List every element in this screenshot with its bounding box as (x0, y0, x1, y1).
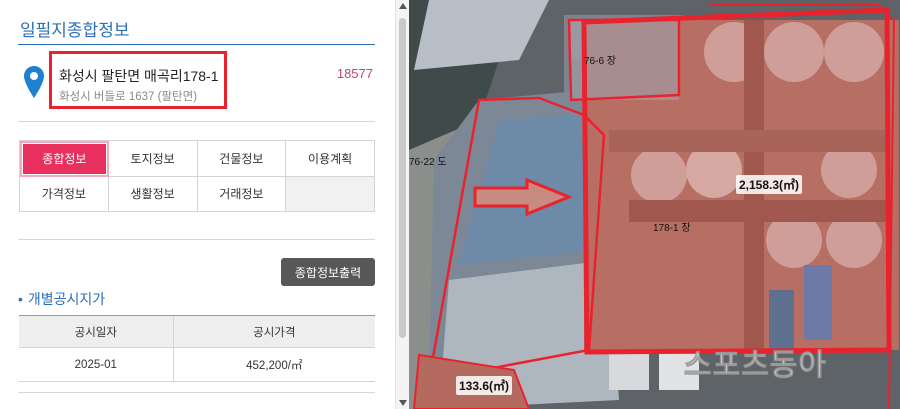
table-row: 2025-01 452,200/㎡ (19, 347, 375, 382)
watermark-logo: 스포츠동아 (684, 349, 827, 383)
divider (18, 239, 375, 240)
column-header: 공시가격 (172, 315, 375, 348)
tab-building[interactable]: 건물정보 (197, 141, 287, 177)
tab-price[interactable]: 가격정보 (20, 176, 109, 212)
divider (18, 44, 375, 45)
map-parcel-label: 178-1 장 (653, 223, 691, 234)
map-area-label: 2,158.3(㎡) (736, 175, 803, 194)
parcel-code: 18577 (336, 66, 373, 81)
panel-scrollbar[interactable] (395, 0, 410, 409)
scroll-up-arrow-icon[interactable] (399, 3, 407, 9)
panel-title: 일필지종합정보 (20, 21, 130, 40)
divider (18, 392, 375, 393)
table-cell-price: 452,200/㎡ (172, 347, 375, 382)
location-pin-icon (24, 66, 44, 98)
column-header: 공시일자 (19, 315, 174, 348)
land-price-table: 공시일자 공시가격 2025-01 452,200/㎡ (19, 315, 375, 382)
map-area-label: 133.6(㎡) (456, 376, 513, 395)
map-parcel-label: 76-6 장 (584, 56, 616, 67)
tab-land[interactable]: 토지정보 (108, 141, 198, 177)
info-tabs: 종합정보 토지정보 건물정보 이용계획 가격정보 생활정보 거래정보 (19, 140, 375, 212)
map-parcel-label: 76-22 도 (409, 157, 447, 168)
table-cell-date: 2025-01 (19, 347, 174, 382)
table-header-row: 공시일자 공시가격 (19, 315, 375, 348)
address-road: 화성시 버들로 1637 (팔탄면) (59, 91, 198, 103)
section-title-land-price: • 개별공시지가 (18, 289, 105, 309)
info-panel: 일필지종합정보 화성시 팔탄면 매곡리178-1 화성시 버들로 1637 (팔… (0, 0, 395, 409)
scroll-down-arrow-icon[interactable] (399, 400, 407, 406)
tab-transaction[interactable]: 거래정보 (197, 176, 287, 212)
print-summary-button[interactable]: 종합정보출력 (281, 258, 375, 286)
divider (18, 121, 375, 122)
aerial-map[interactable]: 76-6 장 76-22 도 178-1 장 2,158.3(㎡) 133.6(… (409, 0, 900, 409)
tab-land-use[interactable]: 이용계획 (286, 141, 375, 177)
scroll-thumb[interactable] (399, 18, 406, 338)
bullet: • (18, 291, 23, 307)
address-main: 화성시 팔탄면 매곡리178-1 (59, 68, 219, 84)
section-title-text: 개별공시지가 (27, 291, 106, 307)
tab-empty-cell (286, 176, 375, 212)
tab-living[interactable]: 생활정보 (108, 176, 198, 212)
tab-summary[interactable]: 종합정보 (20, 141, 109, 177)
